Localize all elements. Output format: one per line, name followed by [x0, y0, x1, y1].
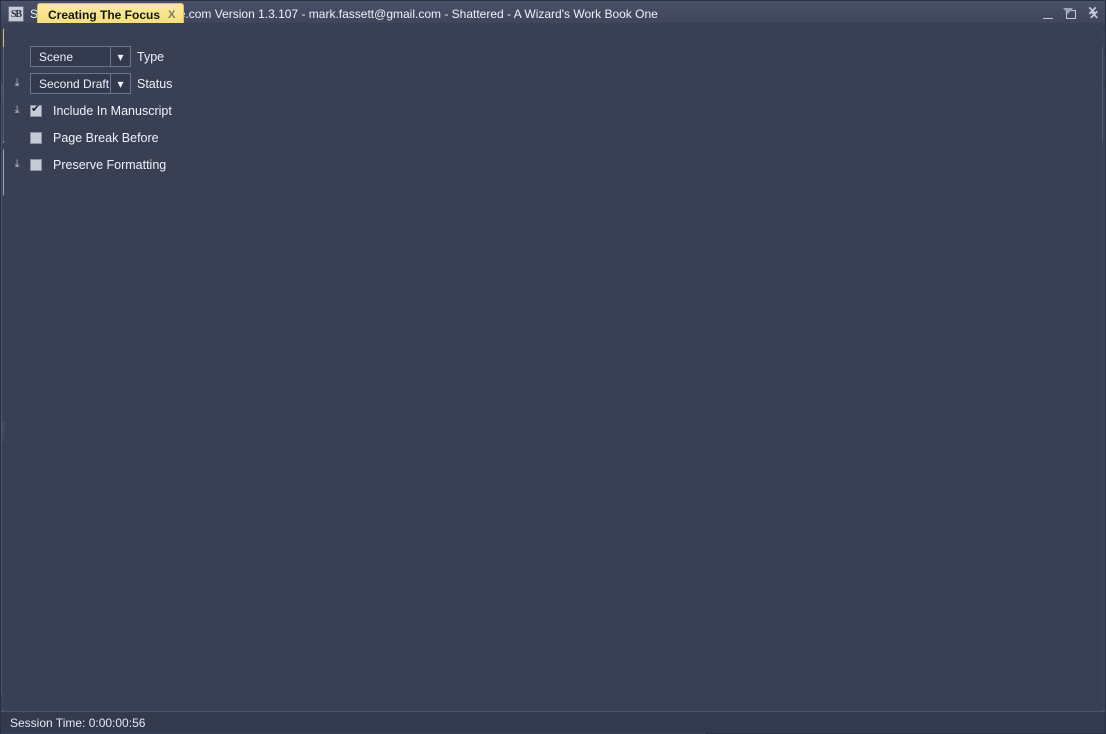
type-value: Scene — [39, 49, 74, 64]
session-time: Session Time: 0:00:00:56 — [10, 715, 146, 730]
status-label: Status — [137, 76, 173, 91]
properties-checkbox-list: ⤓ Include In Manuscript Page Break Before ⤓… — [4, 97, 1102, 178]
property-checkbox[interactable] — [30, 131, 42, 144]
property-checkbox[interactable] — [30, 158, 42, 171]
chevron-down-icon[interactable]: ▾ — [110, 47, 130, 66]
storybox-window: SB StoryBox - StoryBoxSoftware.com Versi… — [0, 0, 1106, 734]
editor-tab-label: Creating The Focus — [48, 8, 161, 22]
close-icon[interactable]: X — [168, 9, 175, 21]
apply-down-icon[interactable]: ⤓ — [10, 77, 24, 90]
property-checkbox-label: Preserve Formatting — [53, 157, 167, 172]
status-select[interactable]: Second Draft ▾ — [30, 73, 131, 94]
property-checkbox[interactable] — [30, 102, 42, 117]
type-select[interactable]: Scene ▾ — [30, 46, 131, 67]
panel-menu-caret-icon[interactable] — [1061, 4, 1074, 17]
apply-down-icon[interactable]: ⤓ — [10, 104, 24, 117]
status-value: Second Draft — [39, 76, 110, 91]
close-icon[interactable]: ✕ — [1086, 4, 1099, 18]
status-row: ⤓ Second Draft ▾ Status — [4, 70, 1102, 97]
property-checkbox-row: ⤓ Preserve Formatting — [4, 151, 1102, 178]
property-checkbox-row: Page Break Before — [4, 124, 1102, 151]
property-checkbox-label: Page Break Before — [53, 130, 159, 145]
type-label: Type — [137, 49, 165, 64]
property-checkbox-label: Include In Manuscript — [53, 103, 172, 118]
type-row: Scene ▾ Type — [4, 43, 1102, 70]
properties-form: Scene ▾ Type ⤓ Second Draft ▾ Status ⤓ In… — [4, 23, 1102, 730]
apply-down-icon[interactable]: ⤓ — [10, 158, 24, 171]
status-bar: Session Time: 0:00:00:56 — [1, 711, 1105, 733]
editor-panel-controls: ✕ — [1061, 4, 1099, 18]
property-checkbox-row: ⤓ Include In Manuscript — [4, 97, 1102, 124]
chevron-down-icon[interactable]: ▾ — [110, 74, 130, 93]
